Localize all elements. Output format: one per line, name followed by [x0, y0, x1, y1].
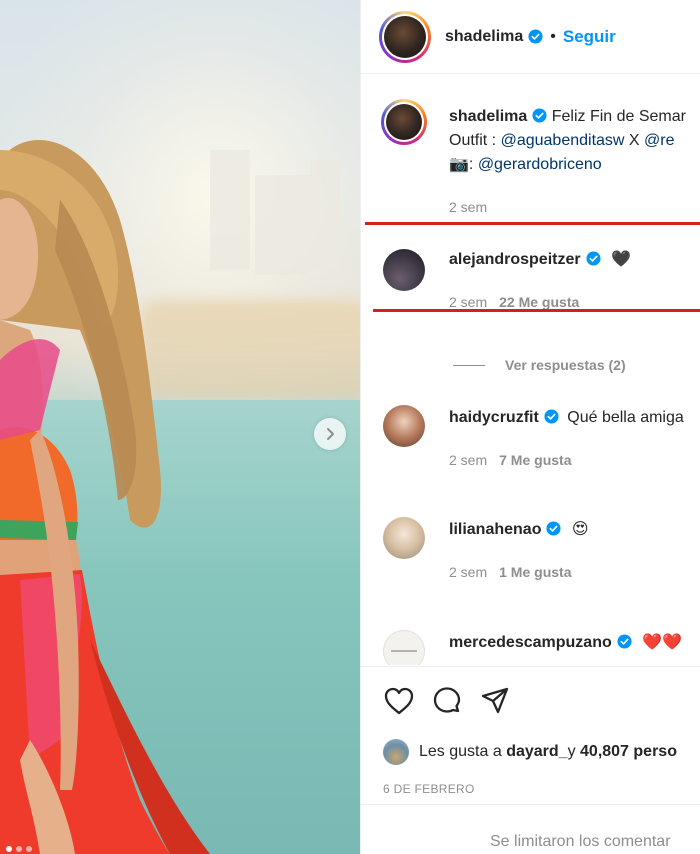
- comment-body: 😍: [571, 521, 589, 538]
- author-avatar[interactable]: [379, 10, 431, 63]
- photo-person: [0, 140, 210, 854]
- post-date[interactable]: 6 DE FEBRERO: [383, 782, 475, 796]
- comment-avatar[interactable]: [383, 630, 425, 665]
- mention-link[interactable]: @gerardobriceno: [478, 156, 602, 173]
- verified-badge-icon: [586, 251, 601, 266]
- comment-body: 🖤: [611, 251, 631, 268]
- comments-list[interactable]: shadelima Feliz Fin de Semar Outfit : @a…: [361, 75, 700, 665]
- carousel-dot: [26, 846, 32, 852]
- camera-emoji-icon: 📷: [449, 156, 469, 173]
- comment-likes[interactable]: 22 Me gusta: [499, 294, 579, 310]
- replies-divider: [453, 364, 485, 366]
- comment-text: haidycruzfit Qué bella amiga: [449, 406, 684, 430]
- comment-time[interactable]: 2 sem: [449, 452, 487, 468]
- caption-line-1: shadelima Feliz Fin de Semar: [449, 105, 686, 129]
- follow-button[interactable]: Seguir: [563, 27, 616, 47]
- next-photo-button[interactable]: [314, 418, 346, 450]
- caption-text: Feliz Fin de Semar: [551, 108, 686, 125]
- mention-link[interactable]: @aguabenditasw: [501, 132, 625, 149]
- comment-meta: 2 sem 1 Me gusta: [449, 564, 571, 580]
- comment-username[interactable]: haidycruzfit: [449, 409, 539, 426]
- caption-line-3: 📷: @gerardobriceno: [449, 153, 602, 177]
- view-replies-button[interactable]: Ver respuestas (2): [453, 357, 626, 373]
- share-icon: [481, 687, 509, 714]
- carousel-dot: [6, 846, 12, 852]
- heart-icon: [384, 687, 414, 715]
- annotation-underline: [365, 222, 700, 225]
- outfit-separator: X: [624, 132, 645, 149]
- post-photo[interactable]: [0, 0, 360, 854]
- comments-limited-text: Se limitaron los comentar: [490, 833, 671, 850]
- liker-avatar: [383, 739, 409, 765]
- verified-badge-icon: [617, 634, 632, 649]
- caption-username[interactable]: shadelima: [449, 108, 527, 125]
- verified-badge-icon: [544, 409, 559, 424]
- comments-limited-footer: Se limitaron los comentar: [360, 804, 700, 854]
- carousel-indicator: [6, 846, 32, 852]
- comment-username[interactable]: alejandrospeitzer: [449, 251, 581, 268]
- annotation-underline: [373, 309, 700, 312]
- comment-time[interactable]: 2 sem: [449, 294, 487, 310]
- comment-meta: 2 sem 22 Me gusta: [449, 294, 579, 310]
- comment-username[interactable]: mercedescampuzano: [449, 634, 612, 651]
- likes-summary[interactable]: Les gusta a dayard_ y 40,807 perso: [383, 739, 677, 765]
- caption-line-2: Outfit : @aguabenditasw X @re: [449, 129, 675, 153]
- comment-icon: [433, 687, 461, 713]
- comment-meta: 2 sem 7 Me gusta: [449, 452, 571, 468]
- verified-badge-icon: [532, 108, 547, 123]
- action-bar: [361, 667, 700, 717]
- comment-body: ❤️❤️: [642, 634, 683, 651]
- caption-time[interactable]: 2 sem: [449, 199, 487, 215]
- comment-username[interactable]: lilianahenao: [449, 521, 541, 538]
- comment-button[interactable]: [431, 685, 463, 717]
- comment-avatar[interactable]: [383, 517, 425, 559]
- mention-link[interactable]: @re: [644, 132, 674, 149]
- photo-credit-separator: :: [468, 156, 478, 173]
- header-separator: •: [550, 27, 556, 45]
- verified-badge-icon: [528, 29, 543, 44]
- comment-likes[interactable]: 1 Me gusta: [499, 564, 571, 580]
- outfit-label: Outfit :: [449, 132, 501, 149]
- comment-avatar[interactable]: [383, 249, 425, 291]
- share-button[interactable]: [479, 685, 511, 717]
- verified-badge-icon: [546, 521, 561, 536]
- comment-text: alejandrospeitzer 🖤: [449, 248, 631, 272]
- caption-avatar[interactable]: [381, 99, 427, 145]
- carousel-dot: [16, 846, 22, 852]
- liker-username[interactable]: dayard_: [506, 743, 567, 761]
- post-actions-section: Les gusta a dayard_ y 40,807 perso 6 DE …: [361, 666, 700, 796]
- comment-text: mercedescampuzano ❤️❤️: [449, 631, 682, 655]
- likes-count[interactable]: 40,807 perso: [580, 743, 677, 761]
- comment-likes[interactable]: 7 Me gusta: [499, 452, 571, 468]
- view-replies-label: Ver respuestas (2): [505, 357, 626, 373]
- author-username[interactable]: shadelima: [445, 28, 523, 46]
- post-header: shadelima • Seguir: [361, 0, 700, 74]
- post-details-panel: shadelima • Seguir shadelima Feliz Fin d…: [360, 0, 700, 854]
- comment-avatar[interactable]: [383, 405, 425, 447]
- likes-prefix: Les gusta a: [419, 743, 502, 760]
- comment-text: lilianahenao 😍: [449, 518, 589, 542]
- likes-middle: y: [567, 743, 576, 760]
- like-button[interactable]: [383, 685, 415, 717]
- comment-body: Qué bella amiga: [567, 409, 684, 426]
- comment-time[interactable]: 2 sem: [449, 564, 487, 580]
- chevron-right-icon: [327, 428, 334, 440]
